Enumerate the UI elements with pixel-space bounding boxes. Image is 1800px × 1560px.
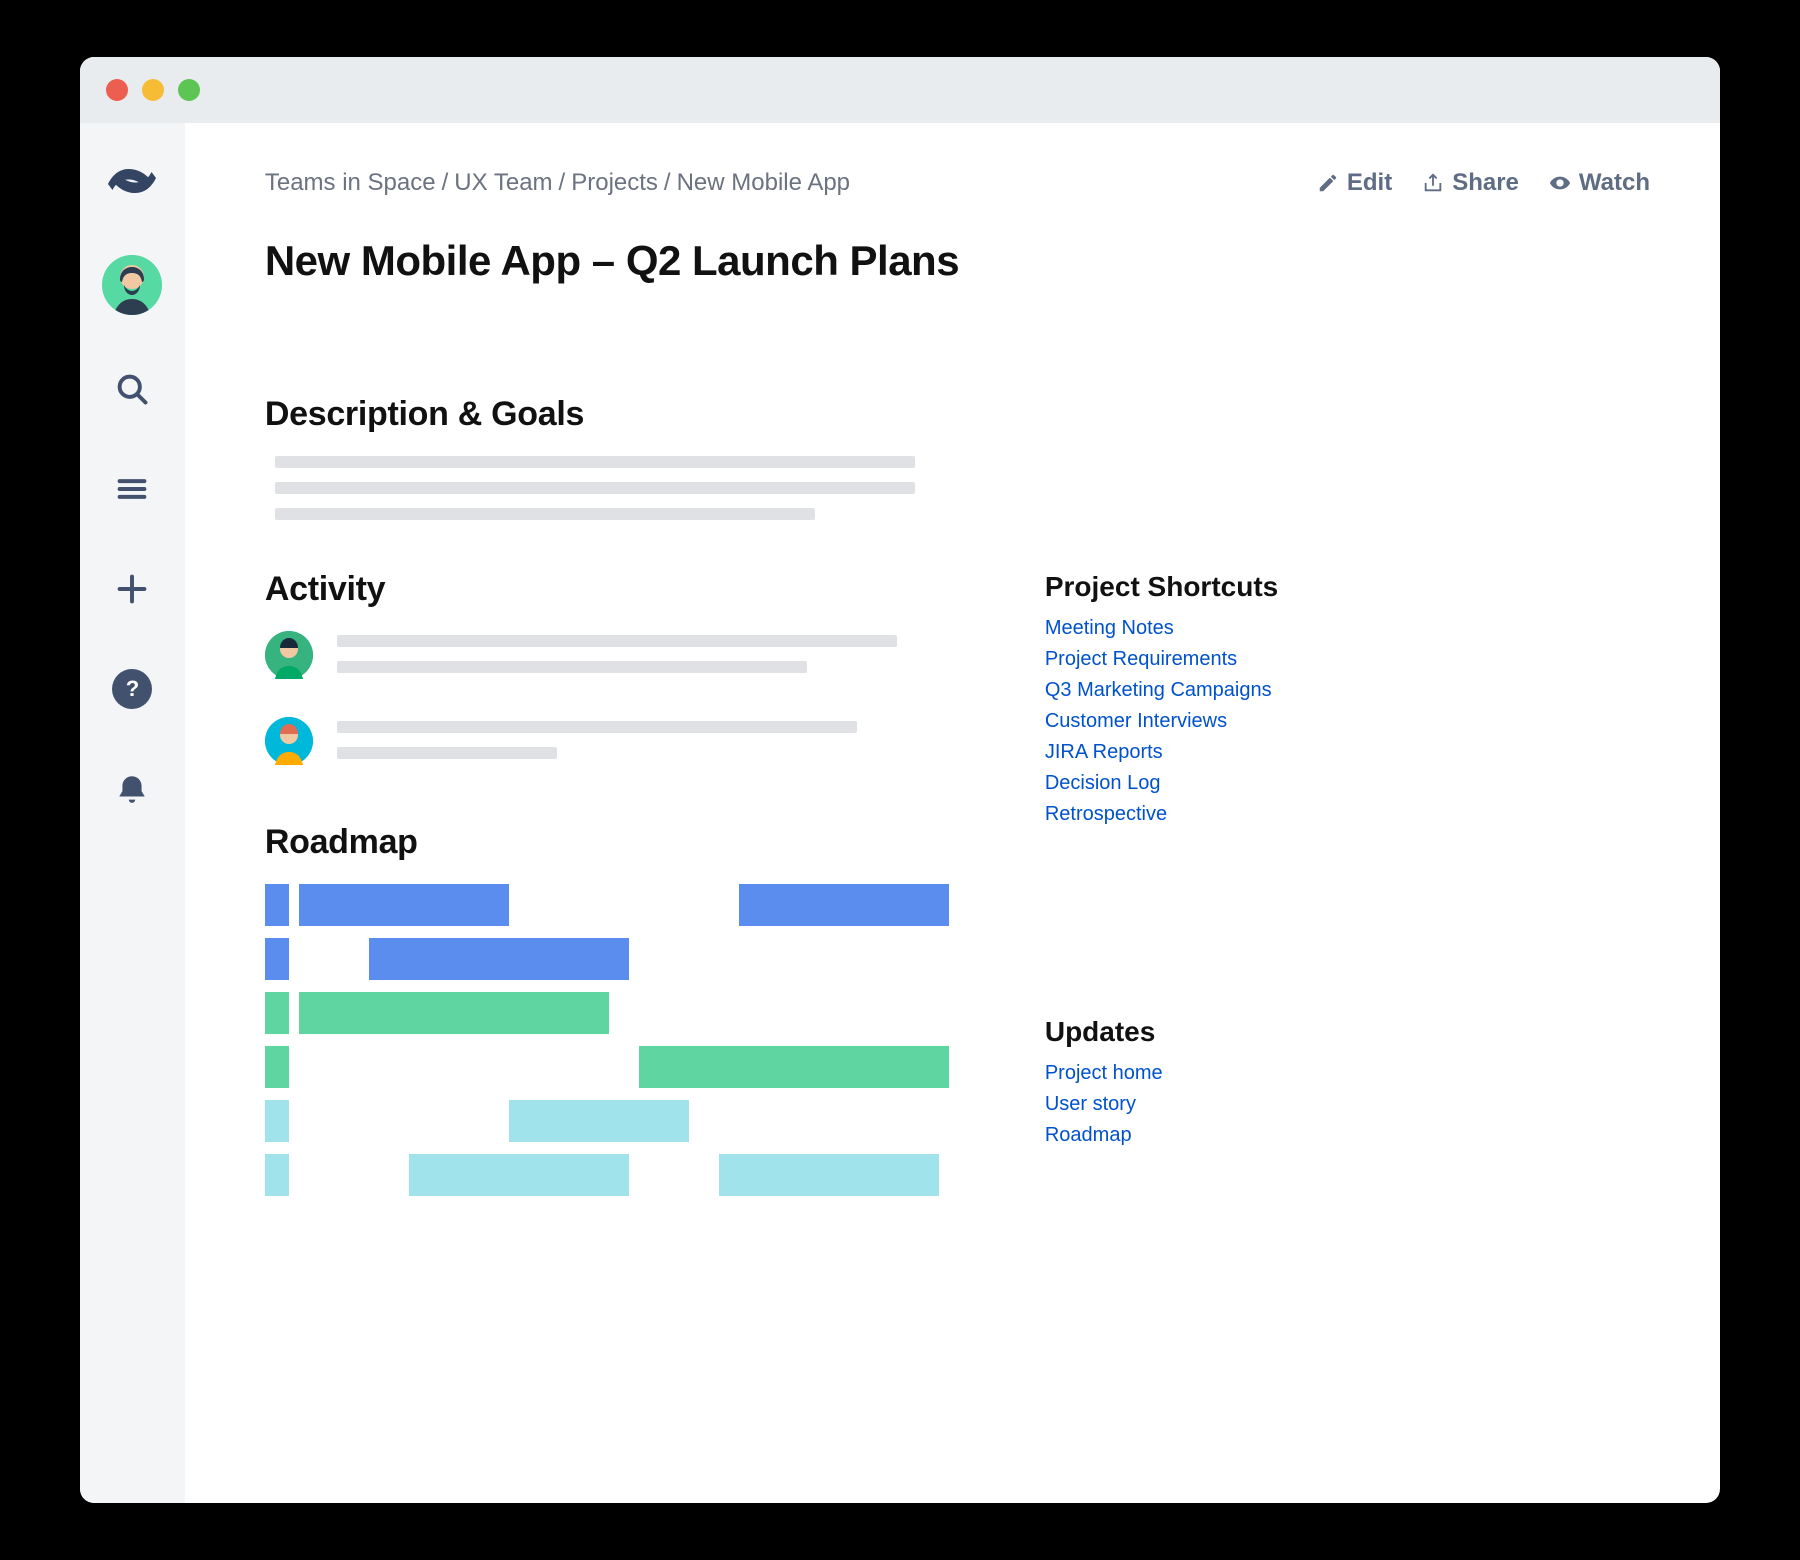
update-link[interactable]: Roadmap (1045, 1124, 1325, 1147)
gantt-bar (265, 884, 289, 926)
breadcrumb-segment[interactable]: New Mobile App (677, 169, 850, 197)
window-maximize-button[interactable] (178, 79, 200, 101)
user-avatar[interactable] (102, 255, 162, 315)
pencil-icon (1317, 172, 1339, 194)
gantt-bar (409, 1154, 629, 1196)
add-icon[interactable] (106, 563, 158, 615)
gantt-bar (265, 1154, 289, 1196)
shortcut-link[interactable]: Meeting Notes (1045, 617, 1325, 640)
section-description-heading: Description & Goals (265, 395, 985, 434)
watch-label: Watch (1579, 169, 1650, 197)
edit-label: Edit (1347, 169, 1392, 197)
gantt-bar (509, 1100, 689, 1142)
placeholder-text (337, 747, 557, 759)
activity-item (265, 631, 985, 687)
update-link[interactable]: Project home (1045, 1062, 1325, 1085)
activity-item (265, 717, 985, 773)
watch-button[interactable]: Watch (1549, 169, 1650, 197)
search-icon[interactable] (106, 363, 158, 415)
edit-button[interactable]: Edit (1317, 169, 1392, 197)
gantt-bar (265, 938, 289, 980)
gantt-bar (299, 992, 609, 1034)
breadcrumb: Teams in Space / UX Team / Projects / Ne… (265, 169, 850, 197)
placeholder-text (275, 482, 915, 494)
confluence-logo-icon[interactable] (106, 155, 158, 207)
notifications-icon[interactable] (106, 763, 158, 815)
gantt-bar (299, 884, 509, 926)
shortcut-link[interactable]: Customer Interviews (1045, 710, 1325, 733)
gantt-bar (739, 884, 949, 926)
breadcrumb-segment[interactable]: Projects (571, 169, 658, 197)
shortcuts-list: Meeting Notes Project Requirements Q3 Ma… (1045, 617, 1325, 826)
shortcut-link[interactable]: Decision Log (1045, 772, 1325, 795)
section-activity-heading: Activity (265, 570, 985, 609)
placeholder-text (275, 456, 915, 468)
placeholder-text (275, 508, 815, 520)
page-actions: Edit Share Watch (1317, 169, 1650, 197)
shortcut-link[interactable]: Project Requirements (1045, 648, 1325, 671)
placeholder-text (337, 721, 857, 733)
app-window: ? Teams in Space / UX Team / Projects / … (80, 57, 1720, 1503)
share-icon (1422, 172, 1444, 194)
gantt-bar (265, 1100, 289, 1142)
update-link[interactable]: User story (1045, 1093, 1325, 1116)
roadmap-gantt (265, 884, 985, 1196)
window-close-button[interactable] (106, 79, 128, 101)
left-nav-rail: ? (80, 123, 185, 1503)
shortcut-link[interactable]: Q3 Marketing Campaigns (1045, 679, 1325, 702)
share-label: Share (1452, 169, 1519, 197)
gantt-bar (265, 992, 289, 1034)
gantt-bar (369, 938, 629, 980)
menu-icon[interactable] (106, 463, 158, 515)
shortcut-link[interactable]: JIRA Reports (1045, 741, 1325, 764)
updates-heading: Updates (1045, 1016, 1325, 1048)
breadcrumb-segment[interactable]: Teams in Space (265, 169, 436, 197)
gantt-bar (639, 1046, 949, 1088)
breadcrumb-segment[interactable]: UX Team (454, 169, 552, 197)
page-title: New Mobile App – Q2 Launch Plans (265, 237, 1650, 285)
shortcuts-heading: Project Shortcuts (1045, 571, 1325, 603)
gantt-bar (265, 1046, 289, 1088)
shortcut-link[interactable]: Retrospective (1045, 803, 1325, 826)
activity-avatar[interactable] (265, 717, 313, 765)
share-button[interactable]: Share (1422, 169, 1519, 197)
activity-avatar[interactable] (265, 631, 313, 679)
gantt-bar (719, 1154, 939, 1196)
section-roadmap-heading: Roadmap (265, 823, 985, 862)
placeholder-text (337, 635, 897, 647)
window-titlebar (80, 57, 1720, 123)
window-minimize-button[interactable] (142, 79, 164, 101)
page-topbar: Teams in Space / UX Team / Projects / Ne… (265, 169, 1650, 197)
help-icon[interactable]: ? (106, 663, 158, 715)
placeholder-text (337, 661, 807, 673)
updates-list: Project home User story Roadmap (1045, 1062, 1325, 1147)
eye-icon (1549, 172, 1571, 194)
